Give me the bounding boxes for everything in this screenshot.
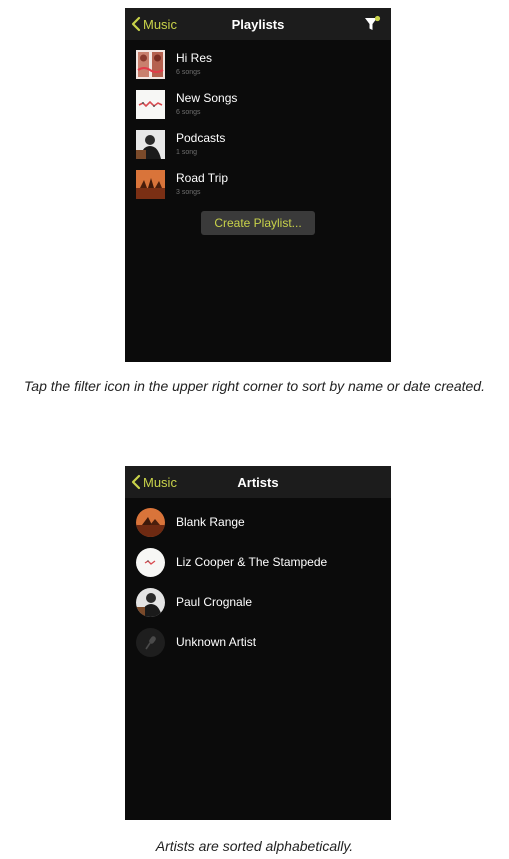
- back-button[interactable]: Music: [131, 466, 177, 498]
- road-trip-art: [136, 169, 165, 199]
- chevron-left-icon: [131, 474, 141, 490]
- playlist-item[interactable]: Road Trip 3 songs: [125, 164, 391, 204]
- hi-res-art: [136, 49, 165, 79]
- playlist-title: Podcasts: [176, 130, 226, 145]
- artist-list: Blank Range Liz Cooper & The Stampede Pa…: [125, 498, 391, 662]
- create-playlist-button[interactable]: Create Playlist...: [201, 211, 315, 235]
- playlist-song-count: 6 songs: [176, 68, 201, 76]
- back-button[interactable]: Music: [131, 8, 177, 40]
- artists-screen: Music Artists Blank Range Liz Cooper & T…: [125, 466, 391, 820]
- playlist-title: Hi Res: [176, 50, 213, 65]
- artist-item[interactable]: Blank Range: [125, 502, 391, 542]
- playlist-title: Road Trip: [176, 170, 229, 185]
- navigation-bar: Music Playlists: [125, 8, 391, 40]
- back-button-label: Music: [143, 474, 177, 490]
- chevron-left-icon: [131, 16, 141, 32]
- playlist-title: New Songs: [176, 90, 238, 105]
- filter-icon[interactable]: [363, 15, 381, 33]
- artist-name: Blank Range: [176, 515, 245, 529]
- microphone-icon: [136, 627, 165, 657]
- playlists-screen: Music Playlists Hi Res 6 songs New Songs…: [125, 8, 391, 362]
- caption-artists: Artists are sorted alphabetically.: [155, 838, 354, 854]
- playlist-list: Hi Res 6 songs New Songs 6 songs Podcast…: [125, 40, 391, 204]
- back-button-label: Music: [143, 16, 177, 32]
- artist-name: Paul Crognale: [176, 595, 253, 609]
- playlist-item[interactable]: New Songs 6 songs: [125, 84, 391, 124]
- navigation-bar: Music Artists: [125, 466, 391, 498]
- playlist-item[interactable]: Podcasts 1 song: [125, 124, 391, 164]
- playlist-item[interactable]: Hi Res 6 songs: [125, 44, 391, 84]
- artist-item[interactable]: Liz Cooper & The Stampede: [125, 542, 391, 582]
- playlist-song-count: 6 songs: [176, 108, 201, 116]
- caption-playlists: Tap the filter icon in the upper right c…: [24, 378, 485, 394]
- podcasts-art: [136, 129, 165, 159]
- artist-item[interactable]: Unknown Artist: [125, 622, 391, 662]
- playlist-song-count: 1 song: [176, 148, 198, 156]
- new-songs-art: [136, 89, 165, 119]
- artist-name: Unknown Artist: [176, 635, 257, 649]
- playlist-song-count: 3 songs: [176, 188, 201, 196]
- blank-range-avatar: [136, 507, 165, 537]
- paul-crognale-avatar: [136, 587, 165, 617]
- artist-item[interactable]: Paul Crognale: [125, 582, 391, 622]
- artist-name: Liz Cooper & The Stampede: [176, 555, 328, 569]
- liz-cooper-avatar: [136, 547, 165, 577]
